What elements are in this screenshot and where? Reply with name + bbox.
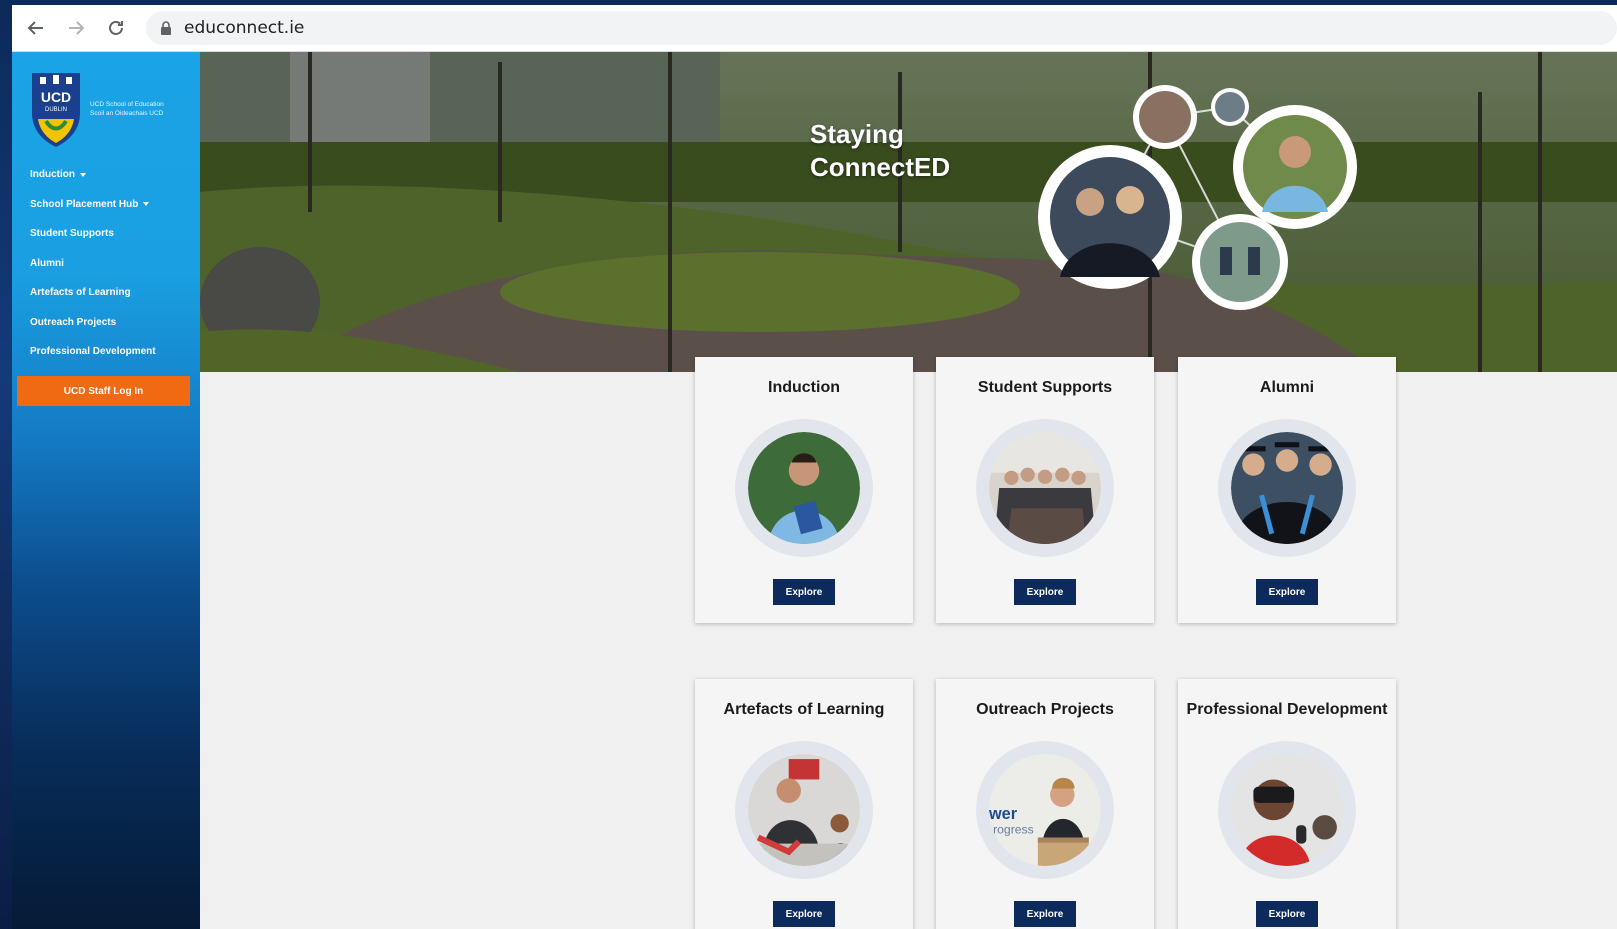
- card-title: Student Supports: [977, 379, 1113, 396]
- hero-banner: Staying ConnectED: [200, 52, 1617, 372]
- sidebar-item-label: Professional Development: [30, 346, 156, 358]
- browser-window: educonnect.ie UCD DUBLIN UCD School of E…: [12, 5, 1617, 929]
- sidebar-item-induction[interactable]: Induction: [12, 160, 200, 190]
- hero-title: Staying ConnectED: [810, 118, 950, 184]
- arrow-left-icon: [27, 21, 43, 35]
- sidebar-item-artefacts-of-learning[interactable]: Artefacts of Learning: [12, 278, 200, 308]
- sidebar-item-label: Artefacts of Learning: [30, 287, 131, 299]
- card-title: Alumni: [1259, 379, 1315, 396]
- forward-button[interactable]: [56, 8, 96, 48]
- logo-line-1: UCD School of Education: [90, 101, 164, 108]
- sidebar: UCD DUBLIN UCD School of Education Scoil…: [12, 52, 200, 929]
- logo-sub: DUBLIN: [45, 107, 67, 113]
- reload-icon: [109, 21, 123, 35]
- caret-down-icon: [143, 202, 150, 207]
- hero-title-line-2: ConnectED: [810, 152, 951, 182]
- card-alumni: Alumni Explore: [1178, 357, 1396, 623]
- sidebar-item-label: School Placement Hub: [30, 198, 139, 210]
- graduates-photo[interactable]: [1218, 419, 1356, 557]
- sidebar-item-label: Induction: [30, 169, 75, 181]
- card-title: Induction: [768, 379, 840, 396]
- card-artefacts-of-learning: Artefacts of Learning Explore: [695, 679, 913, 929]
- caret-down-icon: [80, 172, 86, 177]
- vr-headset-photo[interactable]: [1218, 741, 1356, 879]
- reload-button[interactable]: [96, 8, 136, 48]
- card-title: Professional Development: [1186, 701, 1388, 718]
- sidebar-item-label: Student Supports: [30, 228, 114, 240]
- sidebar-item-label: Alumni: [30, 257, 64, 269]
- page-content: UCD DUBLIN UCD School of Education Scoil…: [12, 52, 1617, 929]
- address-bar[interactable]: educonnect.ie: [146, 11, 1617, 45]
- explore-button[interactable]: Explore: [773, 901, 835, 927]
- sidebar-item-label: Outreach Projects: [30, 316, 117, 328]
- url-text[interactable]: educonnect.ie: [184, 18, 304, 38]
- browser-toolbar: educonnect.ie: [12, 5, 1617, 52]
- sidebar-menu: Induction School Placement Hub Student Sup…: [12, 160, 200, 367]
- card-induction: Induction Explore: [695, 357, 913, 623]
- sidebar-item-professional-development[interactable]: Professional Development: [12, 337, 200, 367]
- card-outreach-projects: Outreach Projects wer rogress Explore: [936, 679, 1154, 929]
- explore-button[interactable]: Explore: [1014, 901, 1076, 927]
- ucd-crest-icon: UCD DUBLIN: [32, 73, 80, 147]
- sidebar-item-school-placement-hub[interactable]: School Placement Hub: [12, 190, 200, 220]
- card-professional-development: Professional Development Explore: [1178, 679, 1396, 929]
- arrow-right-icon: [69, 21, 85, 35]
- speaker-at-podium-photo[interactable]: wer rogress: [976, 741, 1114, 879]
- campus-photo: [200, 52, 1617, 372]
- back-button[interactable]: [16, 8, 56, 48]
- logo-line-2: Scoil an Oideachais UCD: [90, 110, 164, 117]
- explore-button[interactable]: Explore: [1256, 901, 1318, 927]
- classroom-photo[interactable]: [735, 741, 873, 879]
- lock-icon: [160, 21, 172, 35]
- hero-title-line-1: Staying: [810, 119, 904, 149]
- svg-text:rogress: rogress: [993, 822, 1034, 836]
- card-student-supports: Student Supports Explore: [936, 357, 1154, 623]
- explore-button[interactable]: Explore: [773, 579, 835, 605]
- sidebar-item-alumni[interactable]: Alumni: [12, 249, 200, 279]
- logo-wordmark: UCD: [41, 89, 71, 105]
- explore-button[interactable]: Explore: [1256, 579, 1318, 605]
- sidebar-item-student-supports[interactable]: Student Supports: [12, 219, 200, 249]
- logo-text: UCD School of Education Scoil an Oideach…: [90, 100, 164, 118]
- group-photo[interactable]: [976, 419, 1114, 557]
- card-title: Artefacts of Learning: [723, 701, 885, 718]
- card-title: Outreach Projects: [976, 701, 1114, 718]
- staff-login-button[interactable]: UCD Staff Log In: [17, 376, 190, 406]
- student-with-book-photo[interactable]: [735, 419, 873, 557]
- svg-text:wer: wer: [989, 805, 1018, 823]
- sidebar-item-outreach-projects[interactable]: Outreach Projects: [12, 308, 200, 338]
- ucd-logo[interactable]: UCD DUBLIN UCD School of Education Scoil…: [12, 52, 200, 152]
- explore-button[interactable]: Explore: [1014, 579, 1076, 605]
